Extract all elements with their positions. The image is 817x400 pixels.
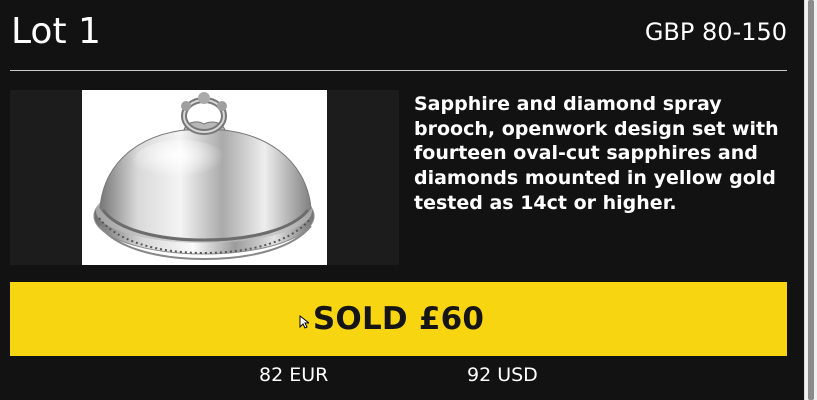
mouse-pointer-icon — [299, 315, 309, 329]
usd-conversion: 92 USD — [467, 364, 538, 386]
lot-header: Lot 1 GBP 80-150 — [10, 0, 787, 71]
lot-description: Sapphire and diamond spray brooch, openw… — [414, 93, 779, 214]
lot-title: Lot 1 — [11, 11, 101, 52]
scrollbar-thumb[interactable] — [808, 0, 814, 400]
lot-image-panel — [10, 90, 399, 265]
sold-price-label: SOLD £60 — [312, 301, 485, 337]
sold-price-banner[interactable]: SOLD £60 — [10, 282, 787, 356]
eur-conversion: 82 EUR — [259, 364, 329, 386]
lot-estimate: GBP 80-150 — [644, 18, 787, 46]
lot-image[interactable] — [82, 90, 327, 265]
silver-serving-dome-icon — [82, 90, 327, 265]
lot-page: Lot 1 GBP 80-150 Sapphire and diamond sp… — [0, 0, 817, 400]
vertical-scrollbar[interactable] — [804, 0, 817, 400]
